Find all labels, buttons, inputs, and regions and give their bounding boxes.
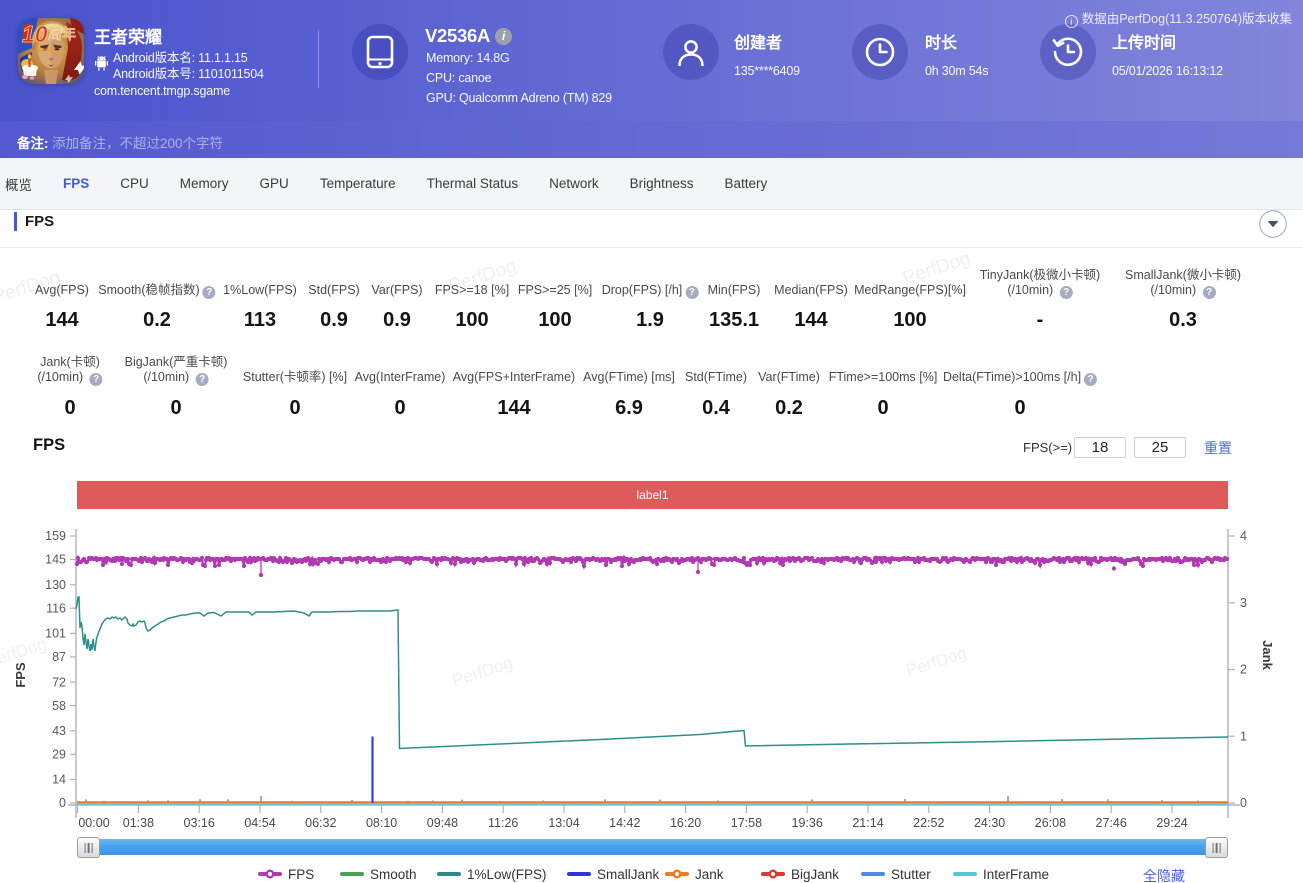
svg-text:06:32: 06:32 bbox=[305, 816, 336, 830]
svg-text:1: 1 bbox=[1240, 730, 1247, 744]
svg-text:0: 0 bbox=[1240, 796, 1247, 810]
svg-text:19:36: 19:36 bbox=[792, 816, 823, 830]
svg-text:PerfDog: PerfDog bbox=[450, 653, 515, 690]
svg-text:27:46: 27:46 bbox=[1096, 816, 1127, 830]
svg-text:116: 116 bbox=[46, 601, 66, 615]
svg-text:14:42: 14:42 bbox=[609, 816, 640, 830]
svg-text:4: 4 bbox=[1240, 529, 1247, 543]
svg-text:72: 72 bbox=[52, 675, 66, 689]
svg-text:24:30: 24:30 bbox=[974, 816, 1005, 830]
svg-text:01:38: 01:38 bbox=[123, 816, 154, 830]
svg-text:29:24: 29:24 bbox=[1156, 816, 1187, 830]
svg-text:22:52: 22:52 bbox=[913, 816, 944, 830]
svg-text:2: 2 bbox=[1240, 663, 1247, 677]
svg-text:FPS: FPS bbox=[13, 662, 28, 688]
svg-text:PerfDog: PerfDog bbox=[904, 643, 969, 680]
svg-text:145: 145 bbox=[45, 553, 66, 567]
svg-text:08:10: 08:10 bbox=[366, 816, 397, 830]
svg-text:26:08: 26:08 bbox=[1035, 816, 1066, 830]
svg-text:03:16: 03:16 bbox=[184, 816, 215, 830]
svg-text:00:00: 00:00 bbox=[78, 816, 109, 830]
svg-text:Jank: Jank bbox=[1260, 640, 1275, 670]
svg-text:04:54: 04:54 bbox=[244, 816, 275, 830]
svg-text:3: 3 bbox=[1240, 596, 1247, 610]
svg-text:43: 43 bbox=[52, 724, 66, 738]
svg-text:11:26: 11:26 bbox=[488, 816, 518, 830]
svg-text:09:48: 09:48 bbox=[427, 816, 458, 830]
svg-text:13:04: 13:04 bbox=[548, 816, 579, 830]
svg-text:159: 159 bbox=[45, 529, 66, 543]
svg-text:16:20: 16:20 bbox=[670, 816, 701, 830]
svg-text:58: 58 bbox=[52, 699, 66, 713]
svg-text:14: 14 bbox=[52, 773, 66, 787]
svg-text:29: 29 bbox=[52, 748, 66, 762]
svg-text:101: 101 bbox=[45, 627, 66, 641]
svg-text:130: 130 bbox=[45, 578, 66, 592]
svg-text:21:14: 21:14 bbox=[852, 816, 883, 830]
svg-text:17:58: 17:58 bbox=[731, 816, 762, 830]
svg-text:0: 0 bbox=[59, 796, 66, 810]
svg-text:87: 87 bbox=[52, 650, 66, 664]
